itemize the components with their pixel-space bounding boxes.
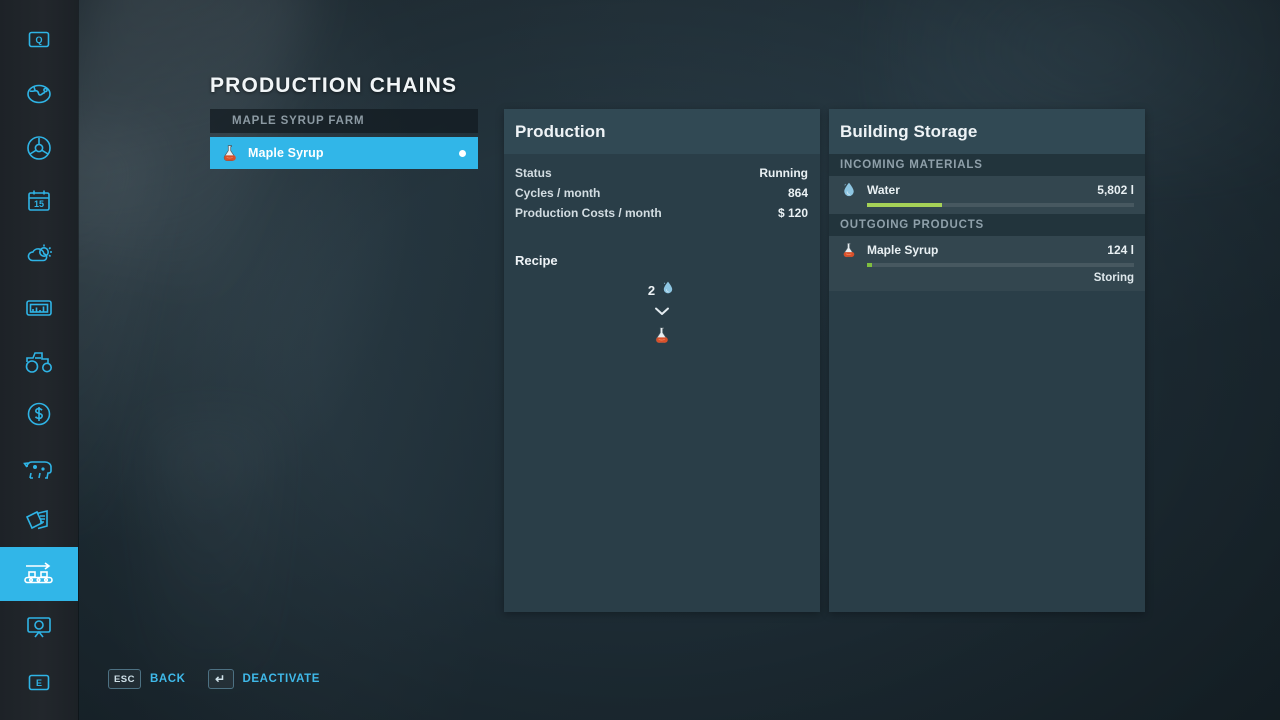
maple-syrup-flask-icon bbox=[220, 143, 240, 163]
svg-text:E: E bbox=[36, 678, 42, 688]
stat-row-costs: Production Costs / month $ 120 bbox=[515, 206, 808, 226]
building-storage-panel: Building Storage INCOMING MATERIALS Wate… bbox=[829, 109, 1145, 612]
production-stats: Status Running Cycles / month 864 Produc… bbox=[504, 154, 820, 226]
sidebar-item-map[interactable] bbox=[0, 67, 78, 121]
storage-fill-track bbox=[867, 203, 1134, 207]
stat-row-cycles: Cycles / month 864 bbox=[515, 186, 808, 206]
hint-deactivate[interactable]: ↵ DEACTIVATE bbox=[208, 669, 321, 689]
sidebar-item-q-key[interactable]: Q bbox=[0, 12, 78, 66]
sidebar-item-production[interactable] bbox=[0, 547, 78, 601]
storage-item-amount: 124 l bbox=[1107, 243, 1134, 257]
sidebar-item-machines[interactable] bbox=[0, 334, 78, 388]
storage-item-name: Water bbox=[867, 183, 1097, 197]
page-title: PRODUCTION CHAINS bbox=[210, 74, 457, 98]
water-droplet-icon bbox=[840, 181, 858, 199]
footer-hints: ESC BACK ↵ DEACTIVATE bbox=[108, 669, 320, 689]
cow-icon bbox=[22, 454, 56, 482]
storage-row-line: Water 5,802 l bbox=[840, 181, 1134, 199]
stat-value: Running bbox=[759, 166, 808, 180]
chain-list-item-label: Maple Syrup bbox=[248, 146, 459, 160]
storage-item-status: Storing bbox=[840, 272, 1134, 284]
production-chain-list: MAPLE SYRUP FARM Maple Syrup bbox=[210, 109, 478, 169]
storage-fill-track bbox=[867, 263, 1134, 267]
stat-key: Production Costs / month bbox=[515, 206, 662, 220]
stat-value: $ 120 bbox=[778, 206, 808, 220]
hint-back[interactable]: ESC BACK bbox=[108, 669, 186, 689]
sidebar-item-vehicles[interactable] bbox=[0, 121, 78, 175]
weather-sun-cloud-icon bbox=[23, 239, 55, 269]
production-panel-title: Production bbox=[515, 122, 606, 142]
storage-item-amount: 5,802 l bbox=[1097, 183, 1134, 197]
sidebar-item-finances[interactable] bbox=[0, 387, 78, 441]
stat-value: 864 bbox=[788, 186, 808, 200]
storage-fill-bar bbox=[867, 203, 942, 207]
tractor-icon bbox=[22, 347, 56, 375]
sidebar-item-contracts[interactable] bbox=[0, 494, 78, 548]
svg-text:Q: Q bbox=[35, 35, 42, 45]
steering-wheel-icon bbox=[24, 133, 54, 163]
sidebar-item-statistics[interactable] bbox=[0, 281, 78, 335]
bar-chart-icon bbox=[24, 295, 54, 321]
q-key-icon: Q bbox=[26, 26, 52, 52]
key-enter: ↵ bbox=[208, 669, 234, 689]
documents-icon bbox=[23, 507, 55, 535]
chain-list-item-maple-syrup[interactable]: Maple Syrup bbox=[210, 137, 478, 169]
hint-deactivate-label: DEACTIVATE bbox=[243, 673, 321, 685]
water-droplet-icon bbox=[660, 280, 676, 301]
stat-key: Status bbox=[515, 166, 552, 180]
billboard-icon bbox=[24, 613, 54, 641]
maple-syrup-flask-icon bbox=[840, 241, 858, 259]
sidebar-rail: Q 15 bbox=[0, 0, 78, 720]
storage-panel-header: Building Storage bbox=[829, 109, 1145, 154]
section-header-outgoing: OUTGOING PRODUCTS bbox=[829, 214, 1145, 236]
production-panel: Production Status Running Cycles / month… bbox=[504, 109, 820, 612]
stat-row-status: Status Running bbox=[515, 166, 808, 186]
storage-item-name: Maple Syrup bbox=[867, 243, 1107, 257]
e-key-icon: E bbox=[26, 669, 52, 695]
recipe-flow: 2 bbox=[504, 280, 820, 350]
storage-fill-bar bbox=[867, 263, 872, 267]
storage-panel-title: Building Storage bbox=[840, 122, 977, 142]
sidebar-item-calendar[interactable]: 15 bbox=[0, 174, 78, 228]
section-header-incoming: INCOMING MATERIALS bbox=[829, 154, 1145, 176]
recipe-output-maple-syrup bbox=[652, 325, 672, 350]
sidebar-item-info[interactable] bbox=[0, 600, 78, 654]
storage-row-maple-syrup[interactable]: Maple Syrup 124 l Storing bbox=[829, 236, 1145, 291]
conveyor-belt-icon bbox=[21, 559, 57, 589]
recipe-input-water: 2 bbox=[648, 280, 676, 301]
chevron-down-icon bbox=[653, 305, 671, 321]
calendar-15-icon: 15 bbox=[24, 186, 54, 216]
hint-back-label: BACK bbox=[150, 673, 186, 685]
svg-text:15: 15 bbox=[34, 199, 44, 209]
production-chains-screen: Q 15 bbox=[0, 0, 1280, 720]
chain-group-header: MAPLE SYRUP FARM bbox=[210, 109, 478, 133]
sidebar-item-weather[interactable] bbox=[0, 227, 78, 281]
sidebar-item-e-key[interactable]: E bbox=[0, 655, 78, 709]
dollar-circle-icon bbox=[24, 399, 54, 429]
storage-row-line: Maple Syrup 124 l bbox=[840, 241, 1134, 259]
key-esc: ESC bbox=[108, 669, 141, 689]
storage-row-water[interactable]: Water 5,802 l bbox=[829, 176, 1145, 214]
globe-map-icon bbox=[24, 79, 54, 109]
recipe-input-amount: 2 bbox=[648, 283, 655, 298]
stat-key: Cycles / month bbox=[515, 186, 600, 200]
production-panel-header: Production bbox=[504, 109, 820, 154]
chain-status-dot bbox=[459, 150, 466, 157]
sidebar-item-animals[interactable] bbox=[0, 441, 78, 495]
recipe-title: Recipe bbox=[515, 253, 820, 268]
